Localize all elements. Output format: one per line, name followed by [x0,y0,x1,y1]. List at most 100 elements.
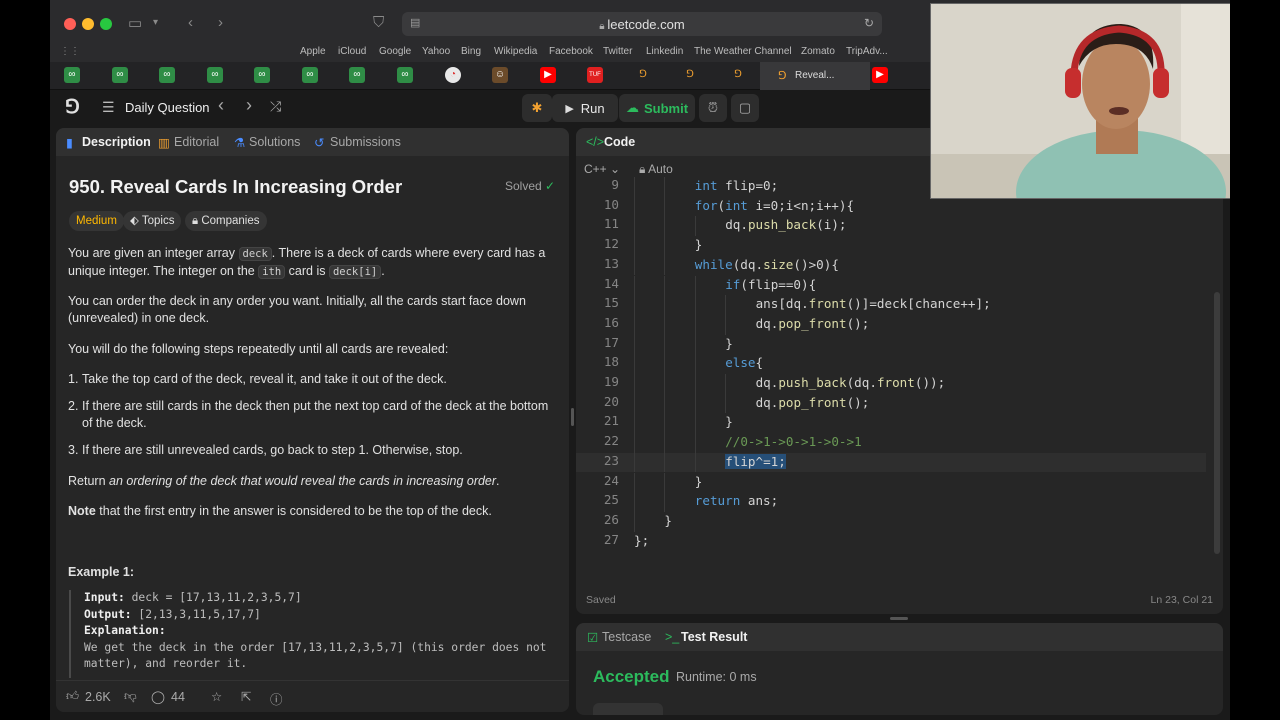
code-line[interactable]: 21} [576,413,1206,434]
problem-title[interactable]: 950. Reveal Cards In Increasing Order [69,176,402,198]
code-line[interactable]: 17} [576,334,1206,355]
tab-editorial[interactable]: Editorial [174,135,219,149]
auto-mode[interactable]: 🔒︎ Auto [639,162,673,177]
forward-icon[interactable]: › [218,14,223,31]
code-line[interactable]: 24} [576,472,1206,493]
gfg-tab-icon[interactable]: ∞ [207,67,223,83]
code-token: } [725,335,733,351]
clock-tab-icon[interactable]: ◔ [445,67,461,83]
output-value: [2,13,3,11,5,17,7] [138,607,261,621]
tab-test-result[interactable]: Test Result [681,630,747,644]
code-line[interactable]: 19 dq.push_back(dq.front()); [576,374,1206,394]
thumbs-up-icon[interactable]: 👍︎ [66,689,79,704]
code-line[interactable]: 23 flip^=1; [576,452,1206,473]
back-icon[interactable]: ‹ [188,14,193,31]
code-line[interactable]: 16 dq.pop_front(); [576,314,1206,335]
code-line[interactable]: 26} [576,511,1206,532]
topics-button[interactable]: ⬖ Topics [123,211,182,231]
panel-resize-handle[interactable] [571,408,574,426]
run-button[interactable]: ▶ Run [552,94,618,122]
code-line[interactable]: 10 for(int i=0;i<n;i++){ [576,196,1206,217]
share-icon[interactable]: ⇱ [241,689,251,704]
companies-button[interactable]: 🔒︎ Companies [185,211,267,231]
case-chip[interactable] [593,703,663,715]
code-line[interactable]: 25 return ans; [576,492,1206,512]
code-line[interactable]: 12} [576,236,1206,256]
help-icon[interactable]: ⓘ [270,689,283,708]
code-line[interactable]: 14 if(flip==0){ [576,275,1206,296]
favorite-link[interactable]: Bing [461,46,481,57]
notes-button[interactable]: ▢ [731,94,759,122]
gfg-tab-icon[interactable]: ∞ [254,67,270,83]
code-line[interactable]: 11 dq.push_back(i); [576,216,1206,237]
code-line[interactable]: 18 else{ [576,354,1206,374]
favorite-link[interactable]: iCloud [338,46,366,57]
code-editor[interactable]: 9 int flip=0; 10 for(int i=0;i<n;i++){11 dq.… [576,177,1216,557]
gfg-tab-icon[interactable]: ∞ [159,67,175,83]
leetcode-tab-icon[interactable]: ⅁ [635,67,651,83]
code-line[interactable]: 20 dq.pop_front(); [576,393,1206,414]
chevron-down-icon[interactable]: ▾ [153,17,158,28]
code-text: } [695,237,703,252]
debug-button[interactable]: ✱ [522,94,552,122]
address-bar[interactable]: ▤ 🔒︎ leetcode.com ↻ [402,12,882,36]
avatar-tab-icon[interactable]: ☺ [492,67,508,83]
star-icon[interactable]: ☆ [211,689,222,704]
tab-testcase[interactable]: Testcase [602,630,651,644]
favorite-link[interactable]: The Weather Channel [694,46,792,57]
list-item: 2. If there are still cards in the deck t… [68,399,549,430]
favorite-link[interactable]: Yahoo [422,46,450,57]
minimize-window-button[interactable] [82,18,94,30]
youtube-tab-icon[interactable]: ▶ [540,67,556,83]
favorite-link[interactable]: Wikipedia [494,46,537,57]
youtube-tab-icon[interactable]: ▶ [872,67,888,83]
list-icon[interactable]: ☰ [102,99,115,116]
daily-question-link[interactable]: Daily Question [125,100,210,115]
code-line[interactable]: 27}; [576,532,1206,552]
code-line[interactable]: 15 ans[dq.front()]=deck[chance++]; [576,295,1206,315]
favorite-link[interactable]: Facebook [549,46,593,57]
line-number: 11 [603,216,619,232]
tab-code[interactable]: Code [604,135,635,149]
gfg-tab-icon[interactable]: ∞ [302,67,318,83]
tab-solutions[interactable]: Solutions [249,135,300,149]
shuffle-icon[interactable]: ⤮ [270,98,281,115]
gfg-tab-icon[interactable]: ∞ [397,67,413,83]
favorite-link[interactable]: Apple [300,46,326,57]
sidebar-toggle-icon[interactable]: ▭ [128,14,142,32]
input-value: deck = [17,13,11,2,3,5,7] [131,591,302,604]
maximize-window-button[interactable] [100,18,112,30]
language-select[interactable]: C++ ⌄ [584,162,620,176]
gfg-tab-icon[interactable]: ∞ [112,67,128,83]
code-line[interactable]: 13 while(dq.size()>0){ [576,255,1206,276]
thumbs-down-icon[interactable]: 👎︎ [124,689,137,704]
gfg-tab-icon[interactable]: ∞ [64,67,80,83]
code-line[interactable]: 22 //0->1->0->1->0->1 [576,433,1206,453]
favorite-link[interactable]: Google [379,46,411,57]
shield-icon[interactable]: ⛉ [373,14,384,31]
saved-status: Saved [586,594,616,606]
tab-submissions[interactable]: Submissions [330,135,401,149]
favorite-link[interactable]: Twitter [603,46,632,57]
next-problem-icon[interactable]: › [246,95,252,116]
favorite-link[interactable]: Zomato [801,46,835,57]
gfg-tab-icon[interactable]: ∞ [349,67,365,83]
comment-icon[interactable]: ◯ [151,689,165,704]
close-window-button[interactable] [64,18,76,30]
leetcode-tab-icon[interactable]: ⅁ [730,67,746,83]
prev-problem-icon[interactable]: ‹ [218,95,224,116]
line-number: 26 [603,511,619,527]
tab-description[interactable]: Description [82,135,151,149]
leetcode-logo-icon[interactable]: ⅁ [65,96,80,119]
favorite-link[interactable]: Linkedin [646,46,683,57]
reload-icon[interactable]: ↻ [864,16,874,30]
favorite-link[interactable]: TripAdv... [846,46,888,57]
panel-resize-handle[interactable] [890,617,908,620]
tuf-tab-icon[interactable]: TUF [587,67,603,83]
active-tab[interactable]: ⅁ Reveal... [760,62,870,90]
grid-icon[interactable]: ⋮⋮ [60,46,80,57]
submit-button[interactable]: ☁ Submit [619,94,695,122]
alarm-button[interactable]: ⏰︎ [699,94,727,122]
editor-scrollbar[interactable] [1214,292,1220,554]
leetcode-tab-icon[interactable]: ⅁ [682,67,698,83]
